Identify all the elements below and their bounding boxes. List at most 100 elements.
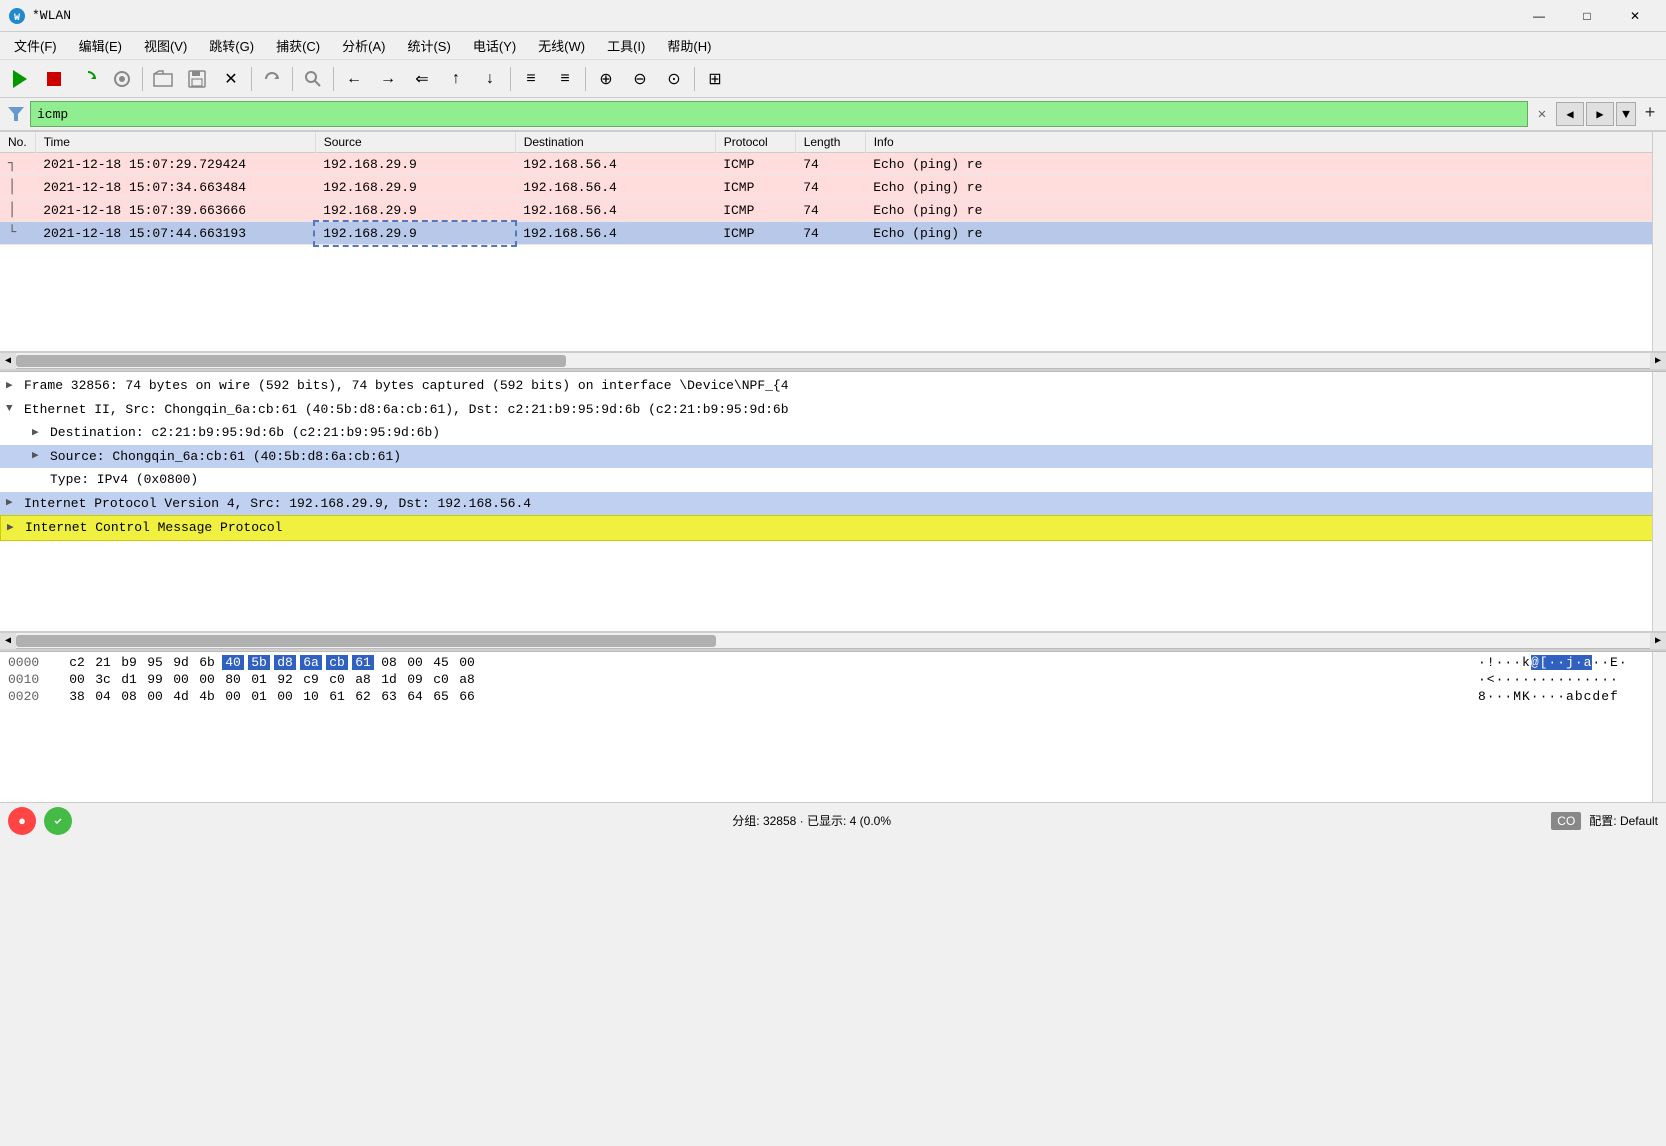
table-row[interactable]: ┐2021-12-18 15:07:29.729424192.168.29.91… <box>0 153 1666 176</box>
hex-byte[interactable]: 10 <box>300 689 322 704</box>
zoom-reset-button[interactable]: ⊙ <box>658 64 690 94</box>
hex-byte[interactable]: c0 <box>430 672 452 687</box>
filter-add-button[interactable]: + <box>1638 102 1662 126</box>
go-to-packet-button[interactable]: ⇐ <box>406 64 438 94</box>
hex-byte[interactable]: 99 <box>144 672 166 687</box>
detail-expand-icon[interactable]: ▶ <box>7 520 21 537</box>
hex-byte[interactable]: 92 <box>274 672 296 687</box>
detail-hscrollbar[interactable]: ◀ ▶ <box>0 632 1666 648</box>
detail-expand-icon[interactable]: ▶ <box>32 425 46 442</box>
menu-item[interactable]: 电话(Y) <box>463 34 526 58</box>
hex-byte[interactable]: 4b <box>196 689 218 704</box>
hex-byte[interactable]: a8 <box>456 672 478 687</box>
detail-row[interactable]: ▶Internet Protocol Version 4, Src: 192.1… <box>0 492 1666 516</box>
resize-columns-button[interactable]: ⊞ <box>699 64 731 94</box>
detail-hscroll-right[interactable]: ▶ <box>1650 633 1666 649</box>
table-row[interactable]: └2021-12-18 15:07:44.663193192.168.29.91… <box>0 222 1666 245</box>
hex-byte[interactable]: d8 <box>274 655 296 670</box>
status-red-button[interactable]: ● <box>8 807 36 835</box>
hex-byte[interactable]: d1 <box>118 672 140 687</box>
start-capture-button[interactable] <box>4 64 36 94</box>
hex-byte[interactable]: 95 <box>144 655 166 670</box>
filter-clear-button[interactable]: ✕ <box>1530 102 1554 126</box>
hex-byte[interactable]: 04 <box>92 689 114 704</box>
hex-byte[interactable]: c9 <box>300 672 322 687</box>
detail-row[interactable]: Type: IPv4 (0x0800) <box>0 468 1666 492</box>
hex-byte[interactable]: 40 <box>222 655 244 670</box>
detail-expand-icon[interactable]: ▶ <box>6 378 20 395</box>
hex-byte[interactable]: 62 <box>352 689 374 704</box>
menu-item[interactable]: 跳转(G) <box>199 34 264 58</box>
hex-byte[interactable]: 01 <box>248 689 270 704</box>
hex-byte[interactable]: 00 <box>222 689 244 704</box>
minimize-button[interactable]: — <box>1516 0 1562 32</box>
hex-byte[interactable]: 66 <box>456 689 478 704</box>
menu-item[interactable]: 捕获(C) <box>266 34 330 58</box>
hex-byte[interactable]: 4d <box>170 689 192 704</box>
go-first-button[interactable]: ↑ <box>440 64 472 94</box>
detail-row[interactable]: ▶Frame 32856: 74 bytes on wire (592 bits… <box>0 374 1666 398</box>
hex-byte[interactable]: 09 <box>404 672 426 687</box>
hex-byte[interactable]: 3c <box>92 672 114 687</box>
hex-byte[interactable]: 38 <box>66 689 88 704</box>
menu-item[interactable]: 帮助(H) <box>657 34 721 58</box>
hex-byte[interactable]: b9 <box>118 655 140 670</box>
hex-byte[interactable]: 5b <box>248 655 270 670</box>
zoom-out-button[interactable]: ⊖ <box>624 64 656 94</box>
hex-byte[interactable]: 63 <box>378 689 400 704</box>
hex-byte[interactable]: a8 <box>352 672 374 687</box>
hex-byte[interactable]: 08 <box>118 689 140 704</box>
menu-item[interactable]: 分析(A) <box>332 34 395 58</box>
hex-pane-scrollbar[interactable] <box>1652 652 1666 802</box>
detail-pane-scrollbar[interactable] <box>1652 372 1666 631</box>
colorize-button[interactable]: ≡ <box>515 64 547 94</box>
hex-byte[interactable]: 64 <box>404 689 426 704</box>
menu-item[interactable]: 文件(F) <box>4 34 67 58</box>
hex-byte[interactable]: 00 <box>274 689 296 704</box>
detail-hscroll-thumb[interactable] <box>16 635 716 647</box>
hex-byte[interactable]: 00 <box>196 672 218 687</box>
hex-byte[interactable]: 08 <box>378 655 400 670</box>
detail-row[interactable]: ▶Source: Chongqin_6a:cb:61 (40:5b:d8:6a:… <box>0 445 1666 469</box>
packet-list-scrollbar[interactable] <box>1652 132 1666 351</box>
filter-dropdown-button[interactable]: ▼ <box>1616 102 1636 126</box>
zoom-in-button[interactable]: ⊕ <box>590 64 622 94</box>
detail-row[interactable]: ▶Destination: c2:21:b9:95:9d:6b (c2:21:b… <box>0 421 1666 445</box>
menu-item[interactable]: 无线(W) <box>528 34 595 58</box>
hex-byte[interactable]: 80 <box>222 672 244 687</box>
menu-item[interactable]: 统计(S) <box>397 34 460 58</box>
detail-row[interactable]: ▶Internet Control Message Protocol <box>0 515 1666 541</box>
hex-byte[interactable]: 45 <box>430 655 452 670</box>
detail-expand-icon[interactable]: ▶ <box>6 495 20 512</box>
menu-item[interactable]: 视图(V) <box>134 34 197 58</box>
save-button[interactable] <box>181 64 213 94</box>
filter-back-button[interactable]: ◀ <box>1556 102 1584 126</box>
hex-byte[interactable]: c2 <box>66 655 88 670</box>
hex-byte[interactable]: 00 <box>66 672 88 687</box>
hex-byte[interactable]: 1d <box>378 672 400 687</box>
table-row[interactable]: │2021-12-18 15:07:34.663484192.168.29.91… <box>0 176 1666 199</box>
maximize-button[interactable]: □ <box>1564 0 1610 32</box>
hex-byte[interactable]: 00 <box>170 672 192 687</box>
hscroll-thumb[interactable] <box>16 355 566 367</box>
detail-row[interactable]: ▼Ethernet II, Src: Chongqin_6a:cb:61 (40… <box>0 398 1666 422</box>
close-file-button[interactable]: ✕ <box>215 64 247 94</box>
find-button[interactable] <box>297 64 329 94</box>
status-green-button[interactable] <box>44 807 72 835</box>
hscroll-right-arrow[interactable]: ▶ <box>1650 353 1666 369</box>
restart-capture-button[interactable] <box>72 64 104 94</box>
go-back-button[interactable]: ← <box>338 64 370 94</box>
hex-byte[interactable]: 65 <box>430 689 452 704</box>
hex-byte[interactable]: 00 <box>456 655 478 670</box>
open-button[interactable] <box>147 64 179 94</box>
menu-item[interactable]: 编辑(E) <box>69 34 132 58</box>
filter-input[interactable] <box>30 101 1528 127</box>
hex-byte[interactable]: 6b <box>196 655 218 670</box>
menu-item[interactable]: 工具(I) <box>597 34 655 58</box>
hex-byte[interactable]: 00 <box>404 655 426 670</box>
capture-options-button[interactable] <box>106 64 138 94</box>
packet-list-hscrollbar[interactable]: ◀ ▶ <box>0 352 1666 368</box>
hex-byte[interactable]: 61 <box>352 655 374 670</box>
hex-byte[interactable]: cb <box>326 655 348 670</box>
go-last-button[interactable]: ↓ <box>474 64 506 94</box>
